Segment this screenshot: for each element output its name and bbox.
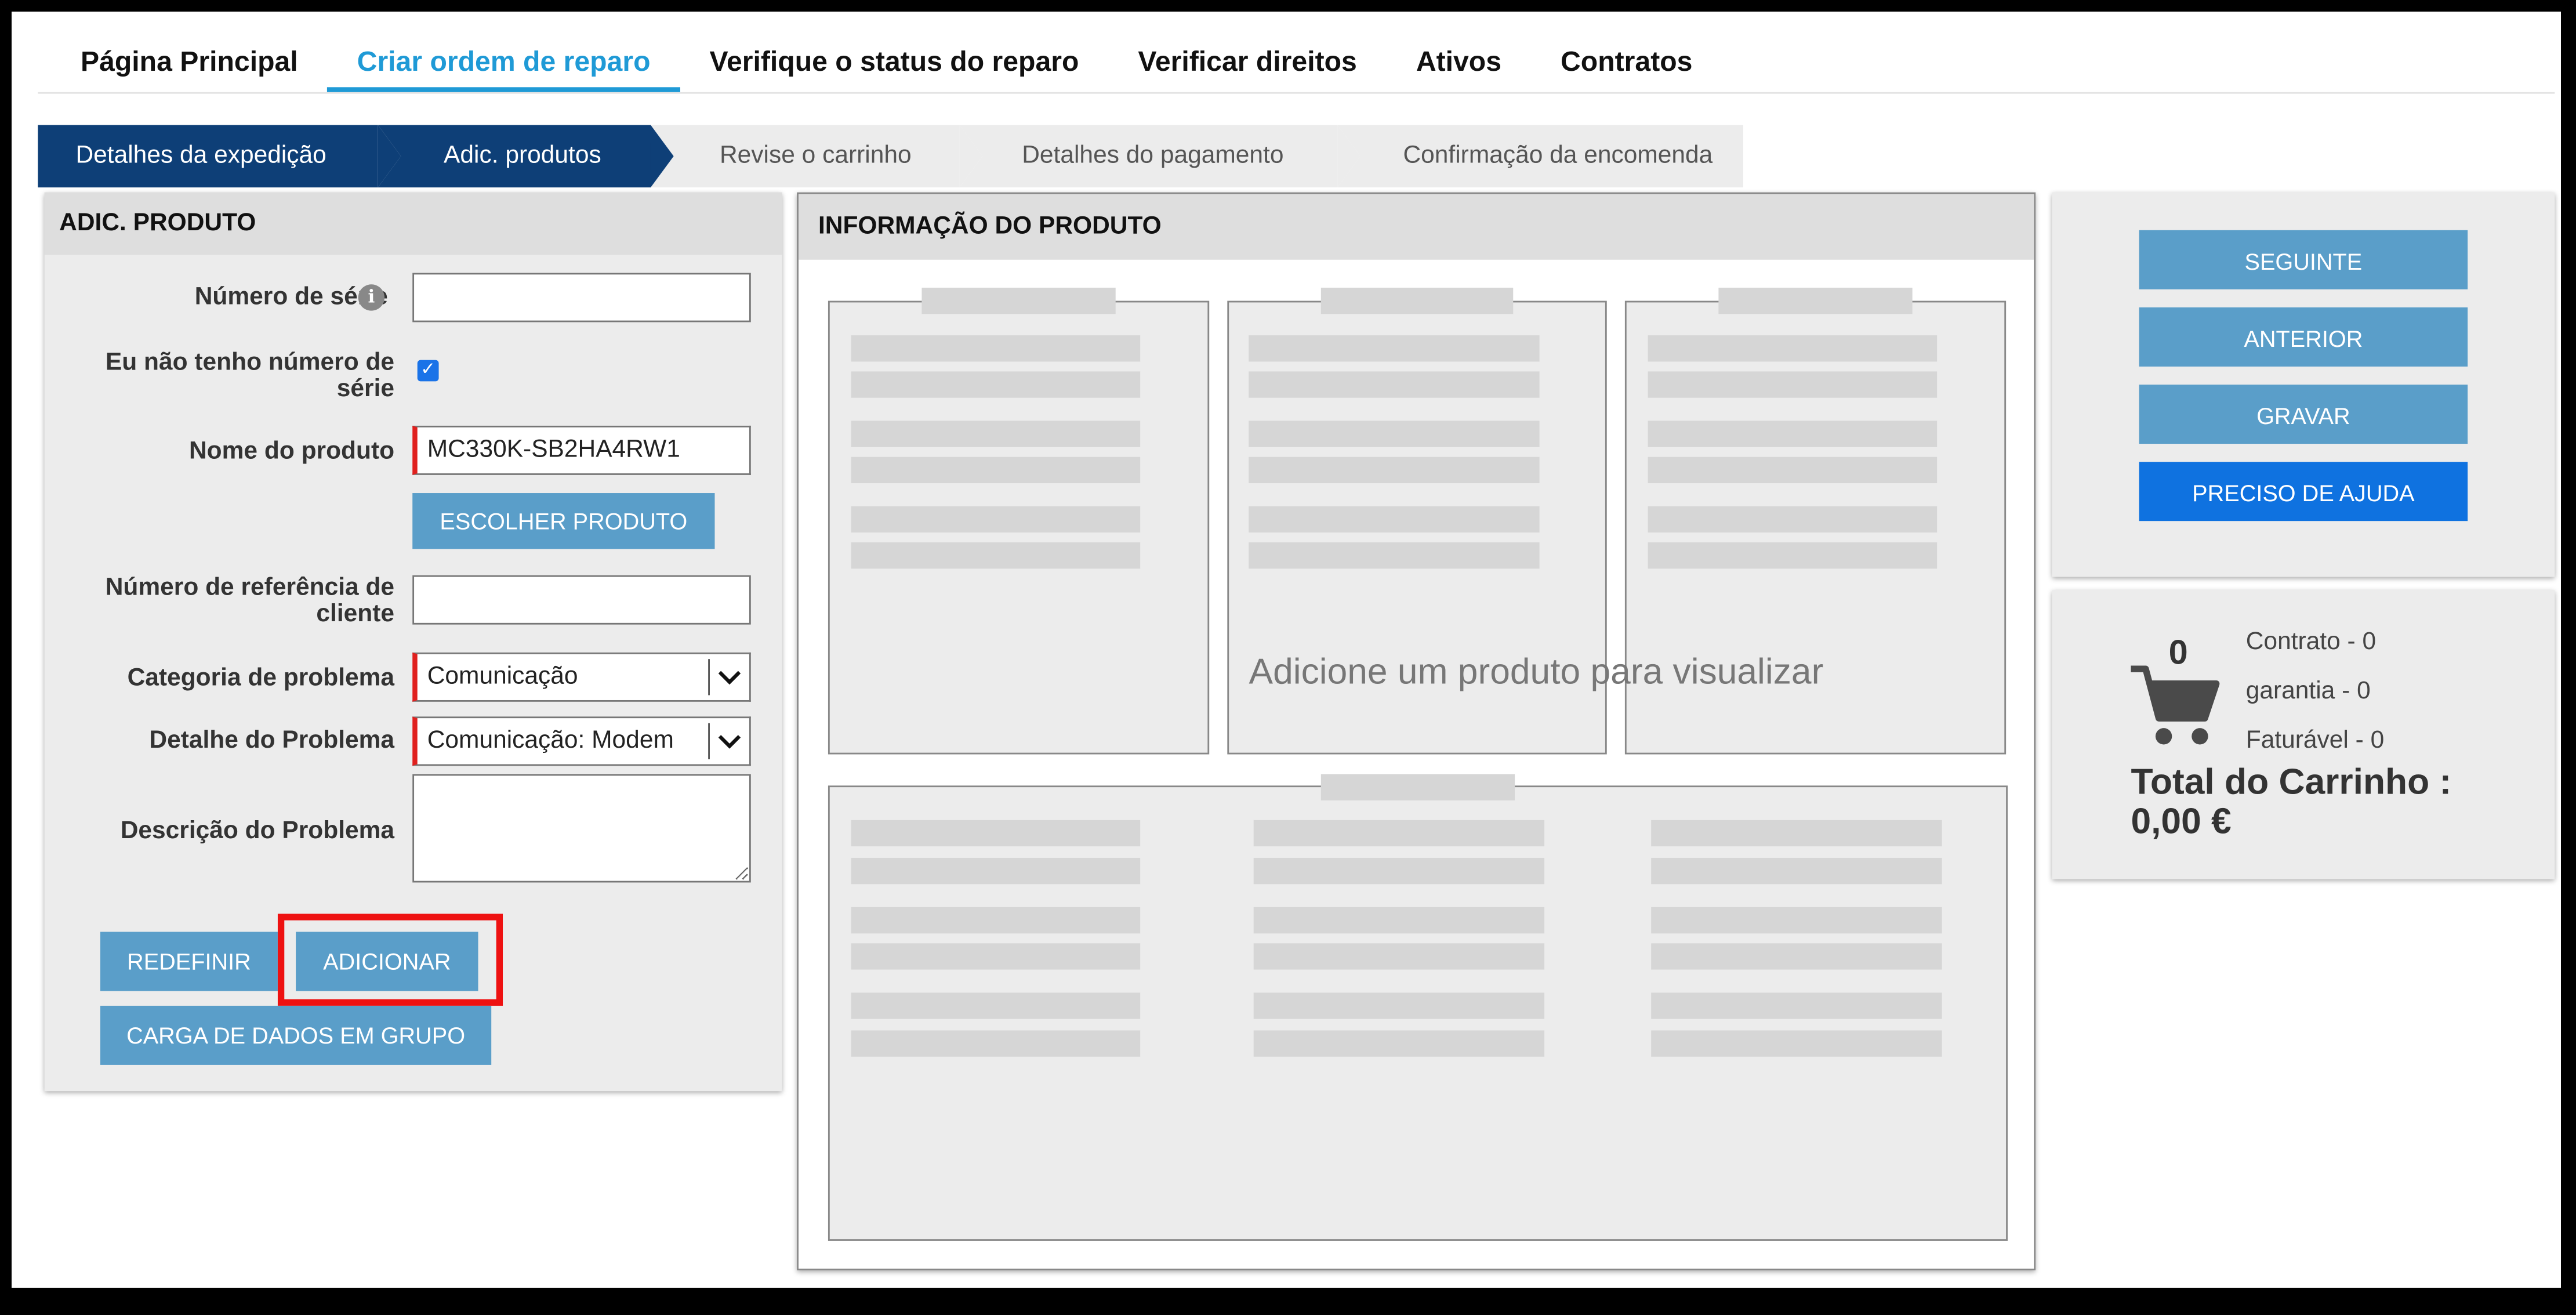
skeleton-bar <box>1648 506 1938 533</box>
serial-number-input[interactable] <box>412 273 751 323</box>
skeleton-bar <box>1651 943 1942 970</box>
skeleton-bar <box>1253 943 1545 970</box>
skeleton-bar <box>851 457 1141 484</box>
skeleton-bar <box>851 857 1141 885</box>
product-info-panel: INFORMAÇÃO DO PRODUTO Adicione um produt… <box>797 192 2036 1271</box>
chevron-down-icon <box>708 659 749 695</box>
add-product-title: ADIC. PRODUTO <box>44 192 782 255</box>
cart-warranty-count: garantia - 0 <box>2245 677 2371 705</box>
skeleton-bar <box>851 335 1141 362</box>
checkout-steps: Detalhes da expedição Adic. produtos Rev… <box>38 125 1743 188</box>
skeleton-bar <box>1648 542 1938 569</box>
help-button[interactable]: PRECISO DE AJUDA <box>2139 462 2468 521</box>
skeleton-bar <box>1651 992 1942 1019</box>
skeleton-bar <box>1253 907 1545 934</box>
problem-detail-select[interactable]: Comunicação: Modem <box>412 716 751 766</box>
skeleton-bar <box>851 421 1141 447</box>
cart-billable-count: Faturável - 0 <box>2245 726 2385 755</box>
step-order-confirmation: Confirmação da encomenda <box>1337 125 1743 188</box>
chevron-down-icon <box>708 723 749 759</box>
cart-panel: 0 Contrato - 0 garantia - 0 Faturável - … <box>2052 590 2555 879</box>
info-icon[interactable]: i <box>358 284 385 311</box>
skeleton-bar <box>1253 1030 1545 1057</box>
skeleton-bar <box>1651 907 1942 934</box>
problem-description-textarea[interactable] <box>412 774 751 883</box>
problem-detail-value: Comunicação: Modem <box>427 726 674 755</box>
step-label: Adic. produtos <box>444 141 601 169</box>
skeleton-bar <box>1249 542 1540 569</box>
skeleton-tab <box>1320 287 1514 314</box>
top-nav: Página Principal Criar ordem de reparo V… <box>38 31 2555 94</box>
nav-check-entitlement[interactable]: Verificar direitos <box>1108 31 1386 92</box>
reset-button[interactable]: REDEFINIR <box>100 932 278 991</box>
nav-repair-status[interactable]: Verifique o status do reparo <box>680 31 1109 92</box>
skeleton-bar <box>1249 457 1540 484</box>
no-serial-checkbox[interactable]: ✓ <box>417 360 439 382</box>
skeleton-bar <box>851 371 1141 398</box>
nav-contracts[interactable]: Contratos <box>1531 31 1722 92</box>
cart-count: 0 <box>2168 634 2188 672</box>
skeleton-bar <box>851 992 1141 1019</box>
cart-contract-count: Contrato - 0 <box>2245 628 2377 656</box>
step-label: Detalhes da expedição <box>75 141 326 169</box>
step-label: Confirmação da encomenda <box>1403 141 1713 169</box>
skeleton-bar <box>1253 857 1545 885</box>
bulk-upload-button[interactable]: CARGA DE DADOS EM GRUPO <box>100 1005 492 1065</box>
skeleton-tab <box>921 287 1116 314</box>
skeleton-bar <box>1249 371 1540 398</box>
skeleton-bar <box>1253 992 1545 1019</box>
skeleton-bar <box>1648 457 1938 484</box>
skeleton-bar <box>851 943 1141 970</box>
skeleton-bar <box>1648 335 1938 362</box>
skeleton-bar <box>1651 820 1942 847</box>
step-add-products[interactable]: Adic. produtos <box>378 125 674 188</box>
skeleton-bar <box>1651 1030 1942 1057</box>
nav-create-repair-order[interactable]: Criar ordem de reparo <box>327 31 680 92</box>
step-shipping-details[interactable]: Detalhes da expedição <box>38 125 401 188</box>
customer-reference-label: Número de referência de cliente <box>105 573 395 628</box>
skeleton-bar <box>1249 421 1540 447</box>
skeleton-bar <box>1648 421 1938 447</box>
skeleton-bar <box>851 820 1141 847</box>
add-button[interactable]: ADICIONAR <box>296 932 478 991</box>
no-serial-label: Eu não tenho número de série <box>105 348 395 403</box>
problem-category-select[interactable]: Comunicação <box>412 652 751 702</box>
step-review-cart: Revise o carrinho <box>650 125 983 188</box>
product-name-input[interactable]: MC330K-SB2HA4RW1 <box>412 425 751 475</box>
problem-description-label: Descrição do Problema <box>120 817 395 845</box>
shopping-cart-icon <box>2128 662 2220 748</box>
app: Página Principal Criar ordem de reparo V… <box>12 12 2576 1314</box>
skeleton-bar <box>1651 857 1942 885</box>
skeleton-bar <box>851 542 1141 569</box>
product-info-title: INFORMAÇÃO DO PRODUTO <box>798 194 2034 260</box>
skeleton-bar <box>1249 335 1540 362</box>
skeleton-bar <box>1253 820 1545 847</box>
customer-reference-input[interactable] <box>412 575 751 625</box>
skeleton-tab <box>1320 774 1515 800</box>
product-name-label: Nome do produto <box>188 437 395 465</box>
next-button[interactable]: SEGUINTE <box>2139 230 2468 289</box>
step-label: Detalhes do pagamento <box>1022 141 1284 169</box>
nav-home[interactable]: Página Principal <box>38 31 327 92</box>
choose-product-button[interactable]: ESCOLHER PRODUTO <box>412 493 715 549</box>
skeleton-bar <box>851 506 1141 533</box>
skeleton-bar <box>1249 506 1540 533</box>
add-product-panel: ADIC. PRODUTO Número de série i Eu não t… <box>44 192 782 1092</box>
skeleton-bar <box>851 1030 1141 1057</box>
skeleton-bar <box>851 907 1141 934</box>
problem-category-label: Categoria de problema <box>127 664 395 692</box>
skeleton-bar <box>1648 371 1938 398</box>
skeleton-tab <box>1718 287 1913 314</box>
cart-total-value: 0,00 € <box>2131 800 2232 842</box>
step-label: Revise o carrinho <box>719 141 912 169</box>
nav-assets[interactable]: Ativos <box>1387 31 1531 92</box>
problem-detail-label: Detalhe do Problema <box>149 726 395 755</box>
step-payment-details: Detalhes do pagamento <box>959 125 1360 188</box>
cart-total-label: Total do Carrinho : <box>2131 760 2452 802</box>
previous-button[interactable]: ANTERIOR <box>2139 307 2468 367</box>
browser-frame: Página Principal Criar ordem de reparo V… <box>12 12 2561 1288</box>
actions-panel: SEGUINTE ANTERIOR GRAVAR PRECISO DE AJUD… <box>2052 192 2555 577</box>
save-button[interactable]: GRAVAR <box>2139 385 2468 444</box>
problem-category-value: Comunicação <box>427 662 578 690</box>
